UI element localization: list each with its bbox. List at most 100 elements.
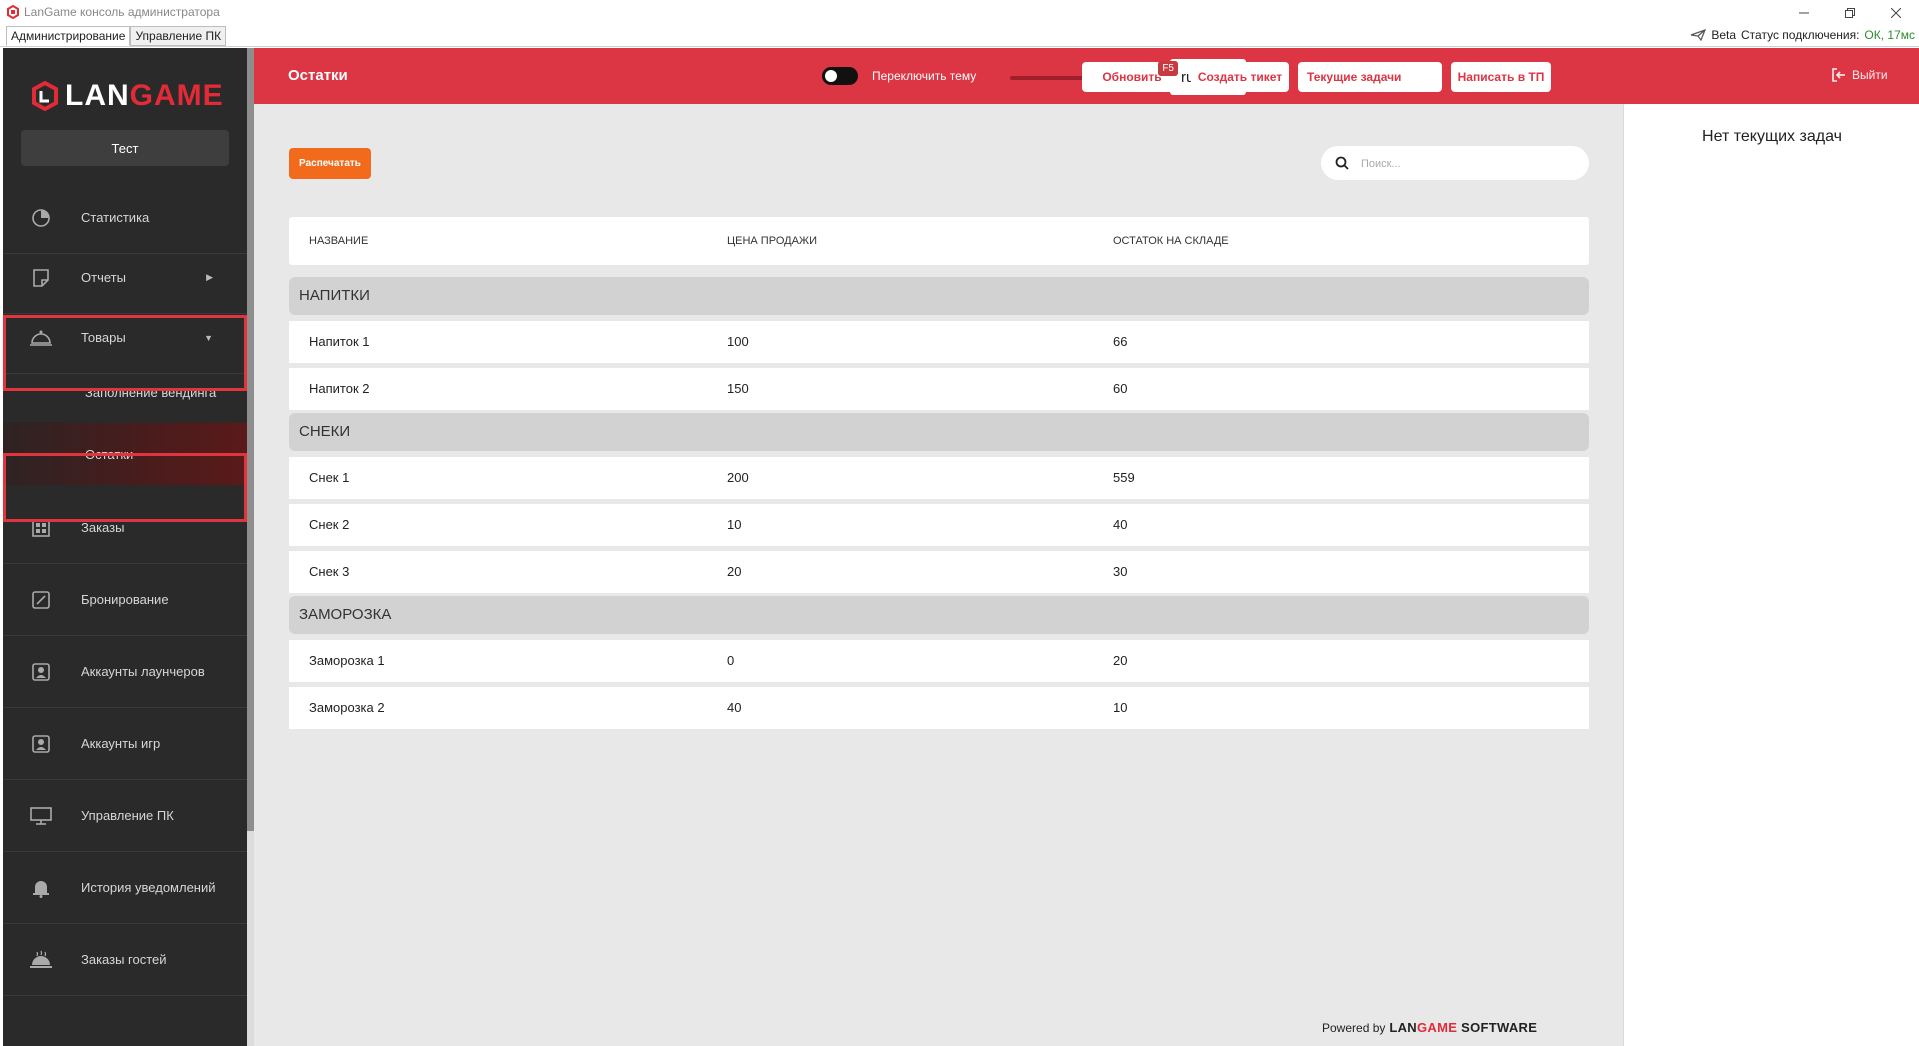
cell-name: Напиток 1 (309, 334, 370, 349)
group-header: СНЕКИ (289, 413, 1589, 451)
edit-icon (29, 588, 53, 612)
sidebar-item-game-accounts[interactable]: Аккаунты игр (3, 708, 247, 780)
table-row[interactable]: Напиток 2 150 60 (289, 368, 1589, 410)
refresh-label: Обновить (1102, 70, 1162, 84)
cell-stock: 30 (1113, 564, 1128, 579)
powered-by-footer: Powered by LANGAME SOFTWARE (1322, 1020, 1537, 1035)
sidebar-item-label: Заказы гостей (81, 952, 167, 967)
report-icon (29, 266, 53, 290)
table-row[interactable]: Снек 2 10 40 (289, 504, 1589, 546)
create-ticket-button[interactable]: Создать тикет (1191, 62, 1289, 92)
minimize-button[interactable] (1781, 0, 1827, 26)
grid-icon (29, 516, 53, 540)
print-button[interactable]: Распечатать (289, 148, 371, 179)
footer-brand: LANGAME SOFTWARE (1389, 1020, 1538, 1035)
top-header: Остатки Переключить тему ru Обновить F5 … (254, 48, 1919, 104)
restore-button[interactable] (1827, 0, 1873, 26)
search-input[interactable] (1359, 154, 1573, 174)
sidebar-subitem-vending-fill[interactable]: Заполнение вендинга (3, 361, 247, 423)
chevron-down-icon: ▼ (204, 332, 213, 343)
bell-icon (29, 876, 53, 900)
current-tasks-button[interactable]: Текущие задачи (1298, 62, 1442, 92)
search-box[interactable] (1321, 146, 1589, 180)
cell-stock: 60 (1113, 381, 1128, 396)
sidebar: LANGAME Тест Статистика Отчеты ▶ Товары … (3, 48, 247, 1046)
tab-divider (0, 46, 1919, 47)
cell-stock: 10 (1113, 700, 1128, 715)
cell-name: Напиток 2 (309, 381, 370, 396)
tab-pc-management[interactable]: Управление ПК (130, 26, 227, 46)
sidebar-subitem-stock[interactable]: Остатки (3, 423, 247, 485)
club-selector-button[interactable]: Тест (21, 130, 229, 166)
langame-logo: LANGAME (31, 78, 224, 114)
sidebar-item-guest-orders[interactable]: Заказы гостей (3, 924, 247, 996)
sidebar-item-label: Аккаунты игр (81, 736, 161, 751)
sidebar-item-launcher-accounts[interactable]: Аккаунты лаунчеров (3, 636, 247, 708)
column-header-price[interactable]: ЦЕНА ПРОДАЖИ (727, 235, 817, 247)
cell-price: 100 (727, 334, 749, 349)
cell-stock: 559 (1113, 470, 1135, 485)
sidebar-item-label: Отчеты (81, 270, 126, 285)
search-icon (1335, 156, 1349, 170)
window-titlebar: LanGame консоль администратора (0, 0, 1919, 26)
app-tabs: Администрирование Управление ПК (6, 26, 227, 46)
page-title: Остатки (288, 67, 348, 84)
table-row[interactable]: Снек 1 200 559 (289, 457, 1589, 499)
no-tasks-message: Нет текущих задач (1702, 128, 1842, 145)
chevron-right-icon: ▶ (206, 272, 213, 282)
airplane-icon (1691, 29, 1707, 42)
cell-name: Снек 2 (309, 517, 350, 532)
app-logo-icon (7, 5, 19, 19)
connection-status: Beta Статус подключения: ОК, 17мс (1690, 28, 1915, 42)
logout-button[interactable]: Выйти (1832, 68, 1888, 82)
sidebar-item-orders[interactable]: Заказы (3, 492, 247, 564)
table-row[interactable]: Снек 3 20 30 (289, 551, 1589, 593)
restore-icon (1845, 8, 1855, 18)
sidebar-item-label: Товары (81, 330, 126, 345)
beta-label: Beta (1711, 28, 1737, 42)
logout-label: Выйти (1852, 68, 1888, 82)
minimize-icon (1799, 12, 1809, 14)
column-header-stock[interactable]: ОСТАТОК НА СКЛАДЕ (1113, 235, 1229, 247)
table-header: НАЗВАНИЕ ЦЕНА ПРОДАЖИ ОСТАТОК НА СКЛАДЕ (289, 217, 1589, 265)
monitor-icon (29, 804, 53, 828)
cell-name: Снек 3 (309, 564, 350, 579)
service-bell-icon (29, 326, 53, 350)
cell-stock: 20 (1113, 653, 1128, 668)
cell-price: 10 (727, 517, 742, 532)
sidebar-item-label: Заказы (81, 520, 125, 535)
theme-toggle-label: Переключить тему (872, 69, 977, 83)
sidebar-item-booking[interactable]: Бронирование (3, 564, 247, 636)
table-row[interactable]: Заморозка 2 40 10 (289, 687, 1589, 729)
langame-logo-icon (32, 81, 58, 111)
theme-toggle[interactable] (822, 67, 858, 85)
sidebar-scrollbar-thumb[interactable] (247, 48, 254, 831)
cell-stock: 66 (1113, 334, 1128, 349)
tab-administration[interactable]: Администрирование (6, 26, 131, 46)
sidebar-item-label: Бронирование (81, 592, 169, 607)
cell-stock: 40 (1113, 517, 1128, 532)
cell-price: 200 (727, 470, 749, 485)
group-header: НАПИТКИ (289, 277, 1589, 315)
refresh-button[interactable]: Обновить F5 (1082, 61, 1182, 92)
table-row[interactable]: Напиток 1 100 66 (289, 321, 1589, 363)
window-controls (1781, 0, 1919, 26)
connection-status-value: ОК, 17мс (1864, 28, 1915, 42)
sidebar-item-label: История уведомлений (81, 880, 216, 895)
close-window-button[interactable] (1873, 0, 1919, 26)
cell-price: 40 (727, 700, 742, 715)
current-tasks-panel: Нет текущих задач (1623, 104, 1919, 1046)
cell-price: 20 (727, 564, 742, 579)
support-button[interactable]: Написать в ТП (1451, 62, 1551, 92)
column-header-name[interactable]: НАЗВАНИЕ (309, 235, 368, 247)
account-icon (29, 660, 53, 684)
sidebar-item-pc-management[interactable]: Управление ПК (3, 780, 247, 852)
table-row[interactable]: Заморозка 1 0 20 (289, 640, 1589, 682)
cell-price: 150 (727, 381, 749, 396)
sidebar-item-notification-history[interactable]: История уведомлений (3, 852, 247, 924)
cell-price: 0 (727, 653, 735, 668)
cloche-icon (29, 948, 53, 972)
connection-status-label: Статус подключения: (1741, 28, 1860, 42)
sidebar-item-label: Управление ПК (81, 808, 174, 823)
powered-by-label: Powered by (1322, 1020, 1386, 1035)
